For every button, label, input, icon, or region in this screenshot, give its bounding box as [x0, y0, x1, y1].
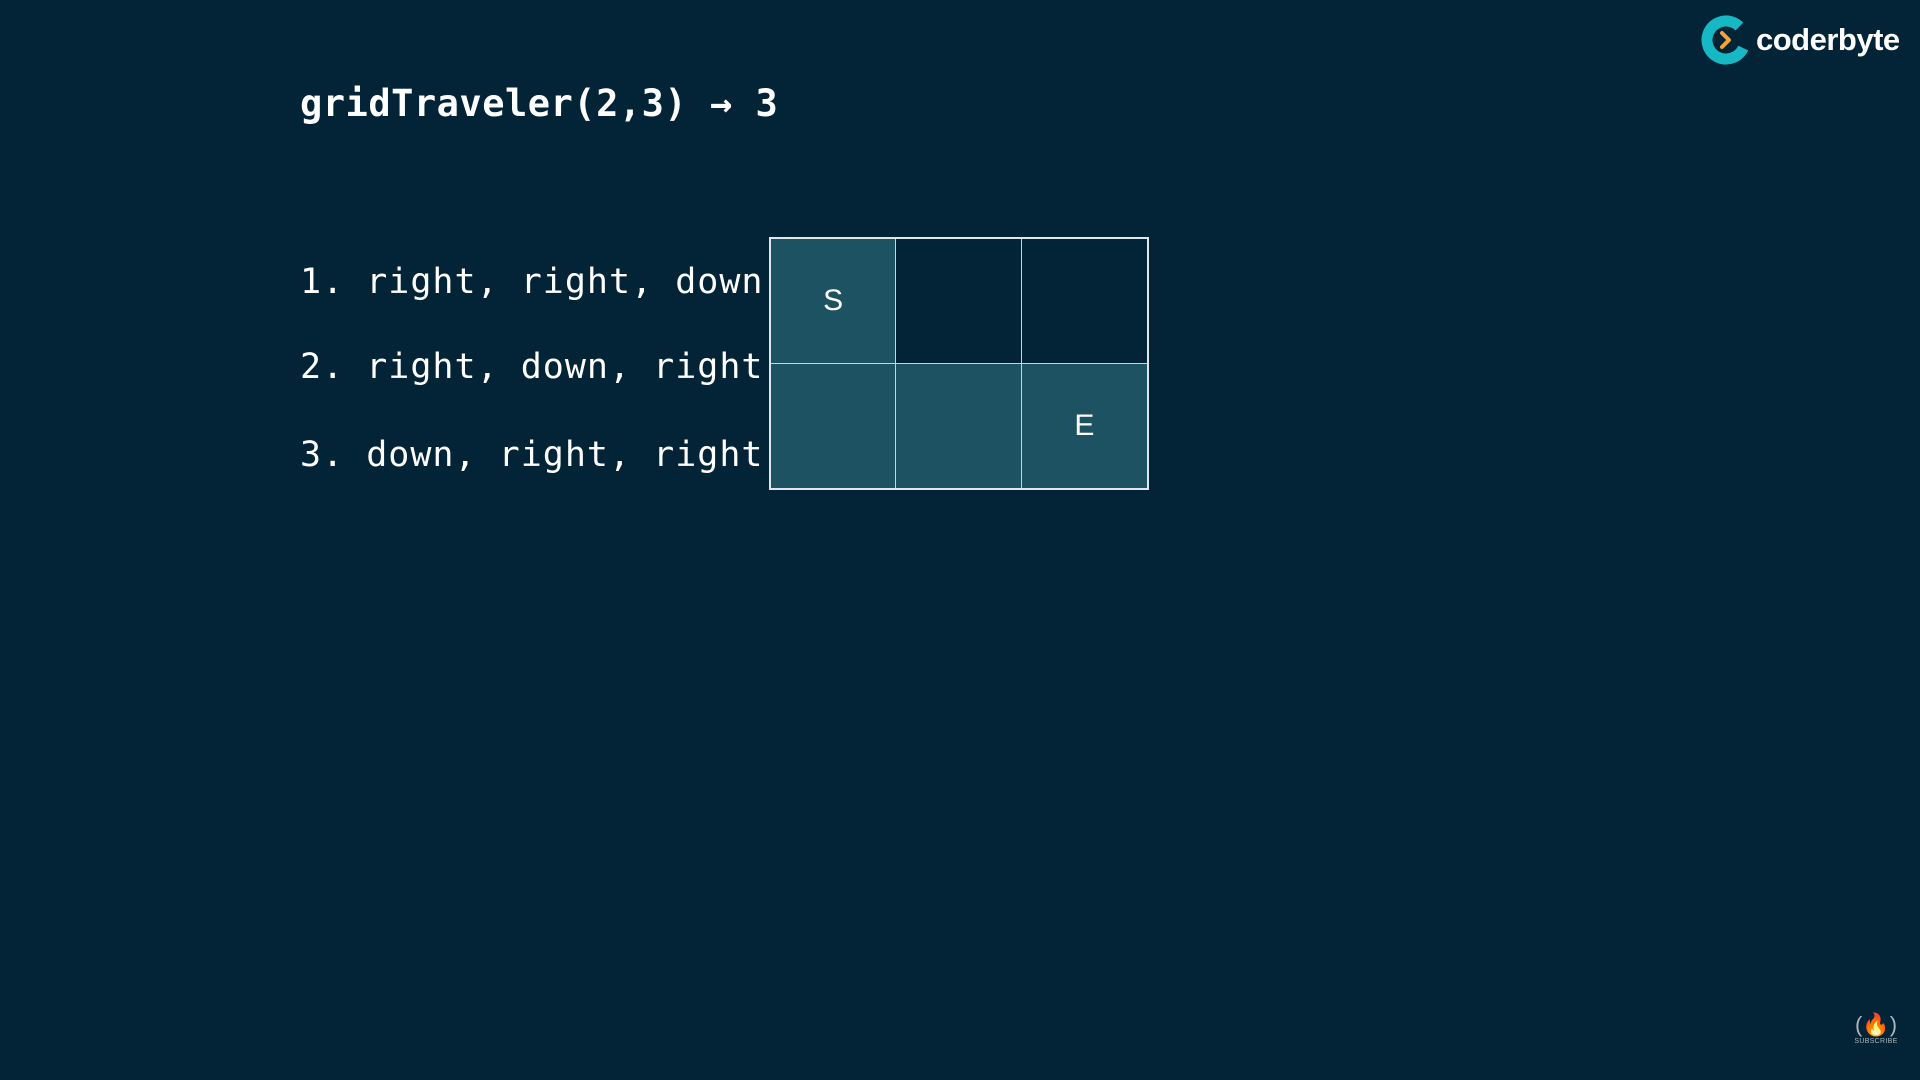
- subscribe-label: SUBSCRIBE: [1854, 1038, 1898, 1045]
- start-label: S: [823, 283, 844, 317]
- path-item-2: 2. right, down, right: [300, 347, 764, 387]
- grid-cell-end: E: [1021, 363, 1147, 488]
- logo-text: coderbyte: [1756, 22, 1900, 57]
- grid-cell: [1021, 239, 1147, 364]
- slide: gridTraveler(2,3) → 3 1. right, right, d…: [0, 0, 1920, 1080]
- grid-cell: [896, 363, 1022, 488]
- grid-cell: [896, 239, 1022, 364]
- path-item-3: 3. down, right, right: [300, 435, 764, 475]
- subscribe-watermark[interactable]: (🔥) SUBSCRIBE: [1850, 1012, 1902, 1045]
- end-label: E: [1074, 408, 1095, 442]
- coderbyte-logo-icon: [1701, 15, 1751, 65]
- coderbyte-logo: coderbyte: [1700, 14, 1900, 66]
- slide-title: gridTraveler(2,3) → 3: [300, 82, 779, 125]
- grid-diagram: S E: [769, 237, 1149, 490]
- grid-cell: [771, 363, 897, 488]
- freecodecamp-logo-icon: (🔥): [1854, 1012, 1898, 1037]
- grid-cell-start: S: [771, 239, 897, 364]
- path-item-1: 1. right, right, down: [300, 262, 764, 302]
